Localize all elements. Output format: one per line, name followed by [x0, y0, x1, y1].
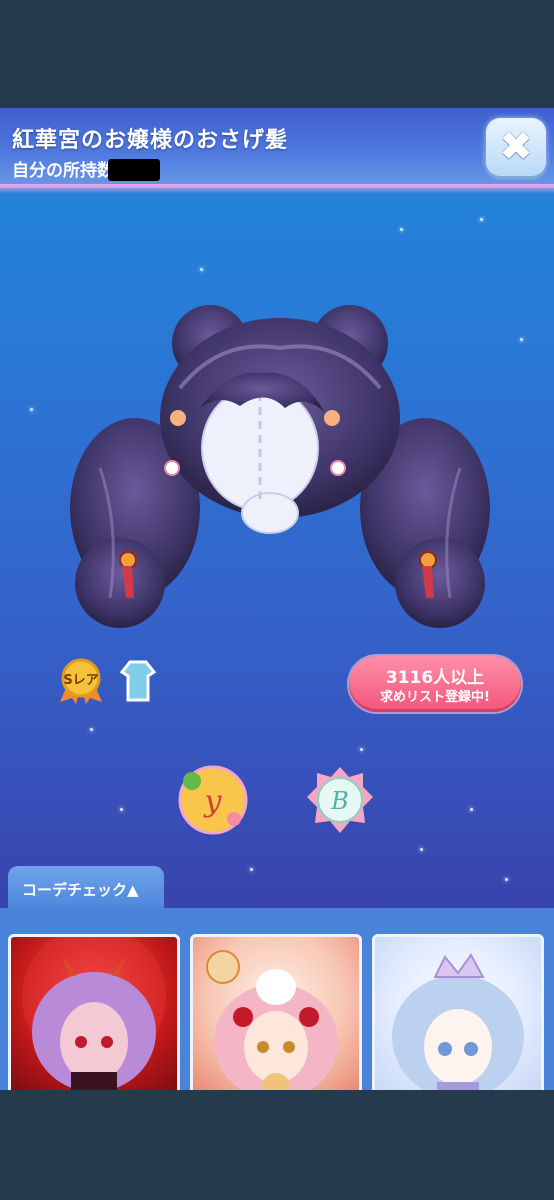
sparkle [480, 218, 483, 221]
item-title: 紅華宮のお嬢様のおさげ髪 [12, 128, 289, 153]
sparkle [360, 748, 363, 751]
close-button[interactable]: ✖ [486, 118, 546, 176]
rarity-label: Sレア [63, 673, 98, 688]
top-frame [0, 0, 554, 108]
sparkle [90, 728, 93, 731]
sparkle [470, 808, 473, 811]
hair-item-image [60, 298, 500, 648]
bottom-frame [0, 1090, 554, 1200]
redacted-count [108, 159, 160, 181]
coordinate-thumbnail[interactable] [372, 934, 544, 1090]
item-header: 紅華宮のお嬢様のおさげ髪 自分の所持数 [0, 108, 554, 188]
wishlist-count: 3116人以上 [385, 668, 485, 688]
owned-count-label: 自分の所持数 [12, 161, 114, 181]
brand-b-letter: B [330, 787, 349, 815]
item-detail-screen: 紅華宮のお嬢様のおさげ髪 自分の所持数 ✖ Sレア 3116人以上 求めリスト登… [0, 108, 554, 1090]
sparkle [200, 268, 203, 271]
sparkle [505, 878, 508, 881]
coordinate-thumbnail[interactable] [190, 934, 362, 1090]
brand-b-badge[interactable]: B [305, 765, 375, 835]
sparkle [120, 808, 123, 811]
coordinate-thumbnail-image [392, 953, 524, 1090]
brand-y-letter: y [203, 784, 223, 819]
coordinate-thumbnail[interactable] [8, 934, 180, 1090]
sparkle [420, 848, 423, 851]
rarity-badge: Sレア [56, 658, 106, 704]
sparkle [400, 228, 403, 231]
owned-count: 自分の所持数 [12, 156, 160, 181]
hair-illustration [70, 305, 490, 628]
brand-y-badge[interactable]: y [176, 763, 250, 837]
coordinate-check-tab[interactable]: コーデチェック▲ [8, 866, 164, 910]
sparkle [250, 868, 253, 871]
rarity-medal-icon: Sレア [60, 658, 102, 704]
sparkle [520, 338, 523, 341]
dress-icon [118, 660, 158, 704]
coordinate-thumbnail-image [22, 937, 166, 1090]
wishlist-status-badge[interactable]: 3116人以上 求めリスト登録中! [349, 656, 521, 712]
close-icon: ✖ [499, 124, 533, 170]
header-glow [0, 184, 554, 194]
wishlist-status: 求めリスト登録中! [380, 690, 490, 705]
sparkle [30, 408, 33, 411]
coordinate-thumbnail-image [206, 950, 338, 1090]
